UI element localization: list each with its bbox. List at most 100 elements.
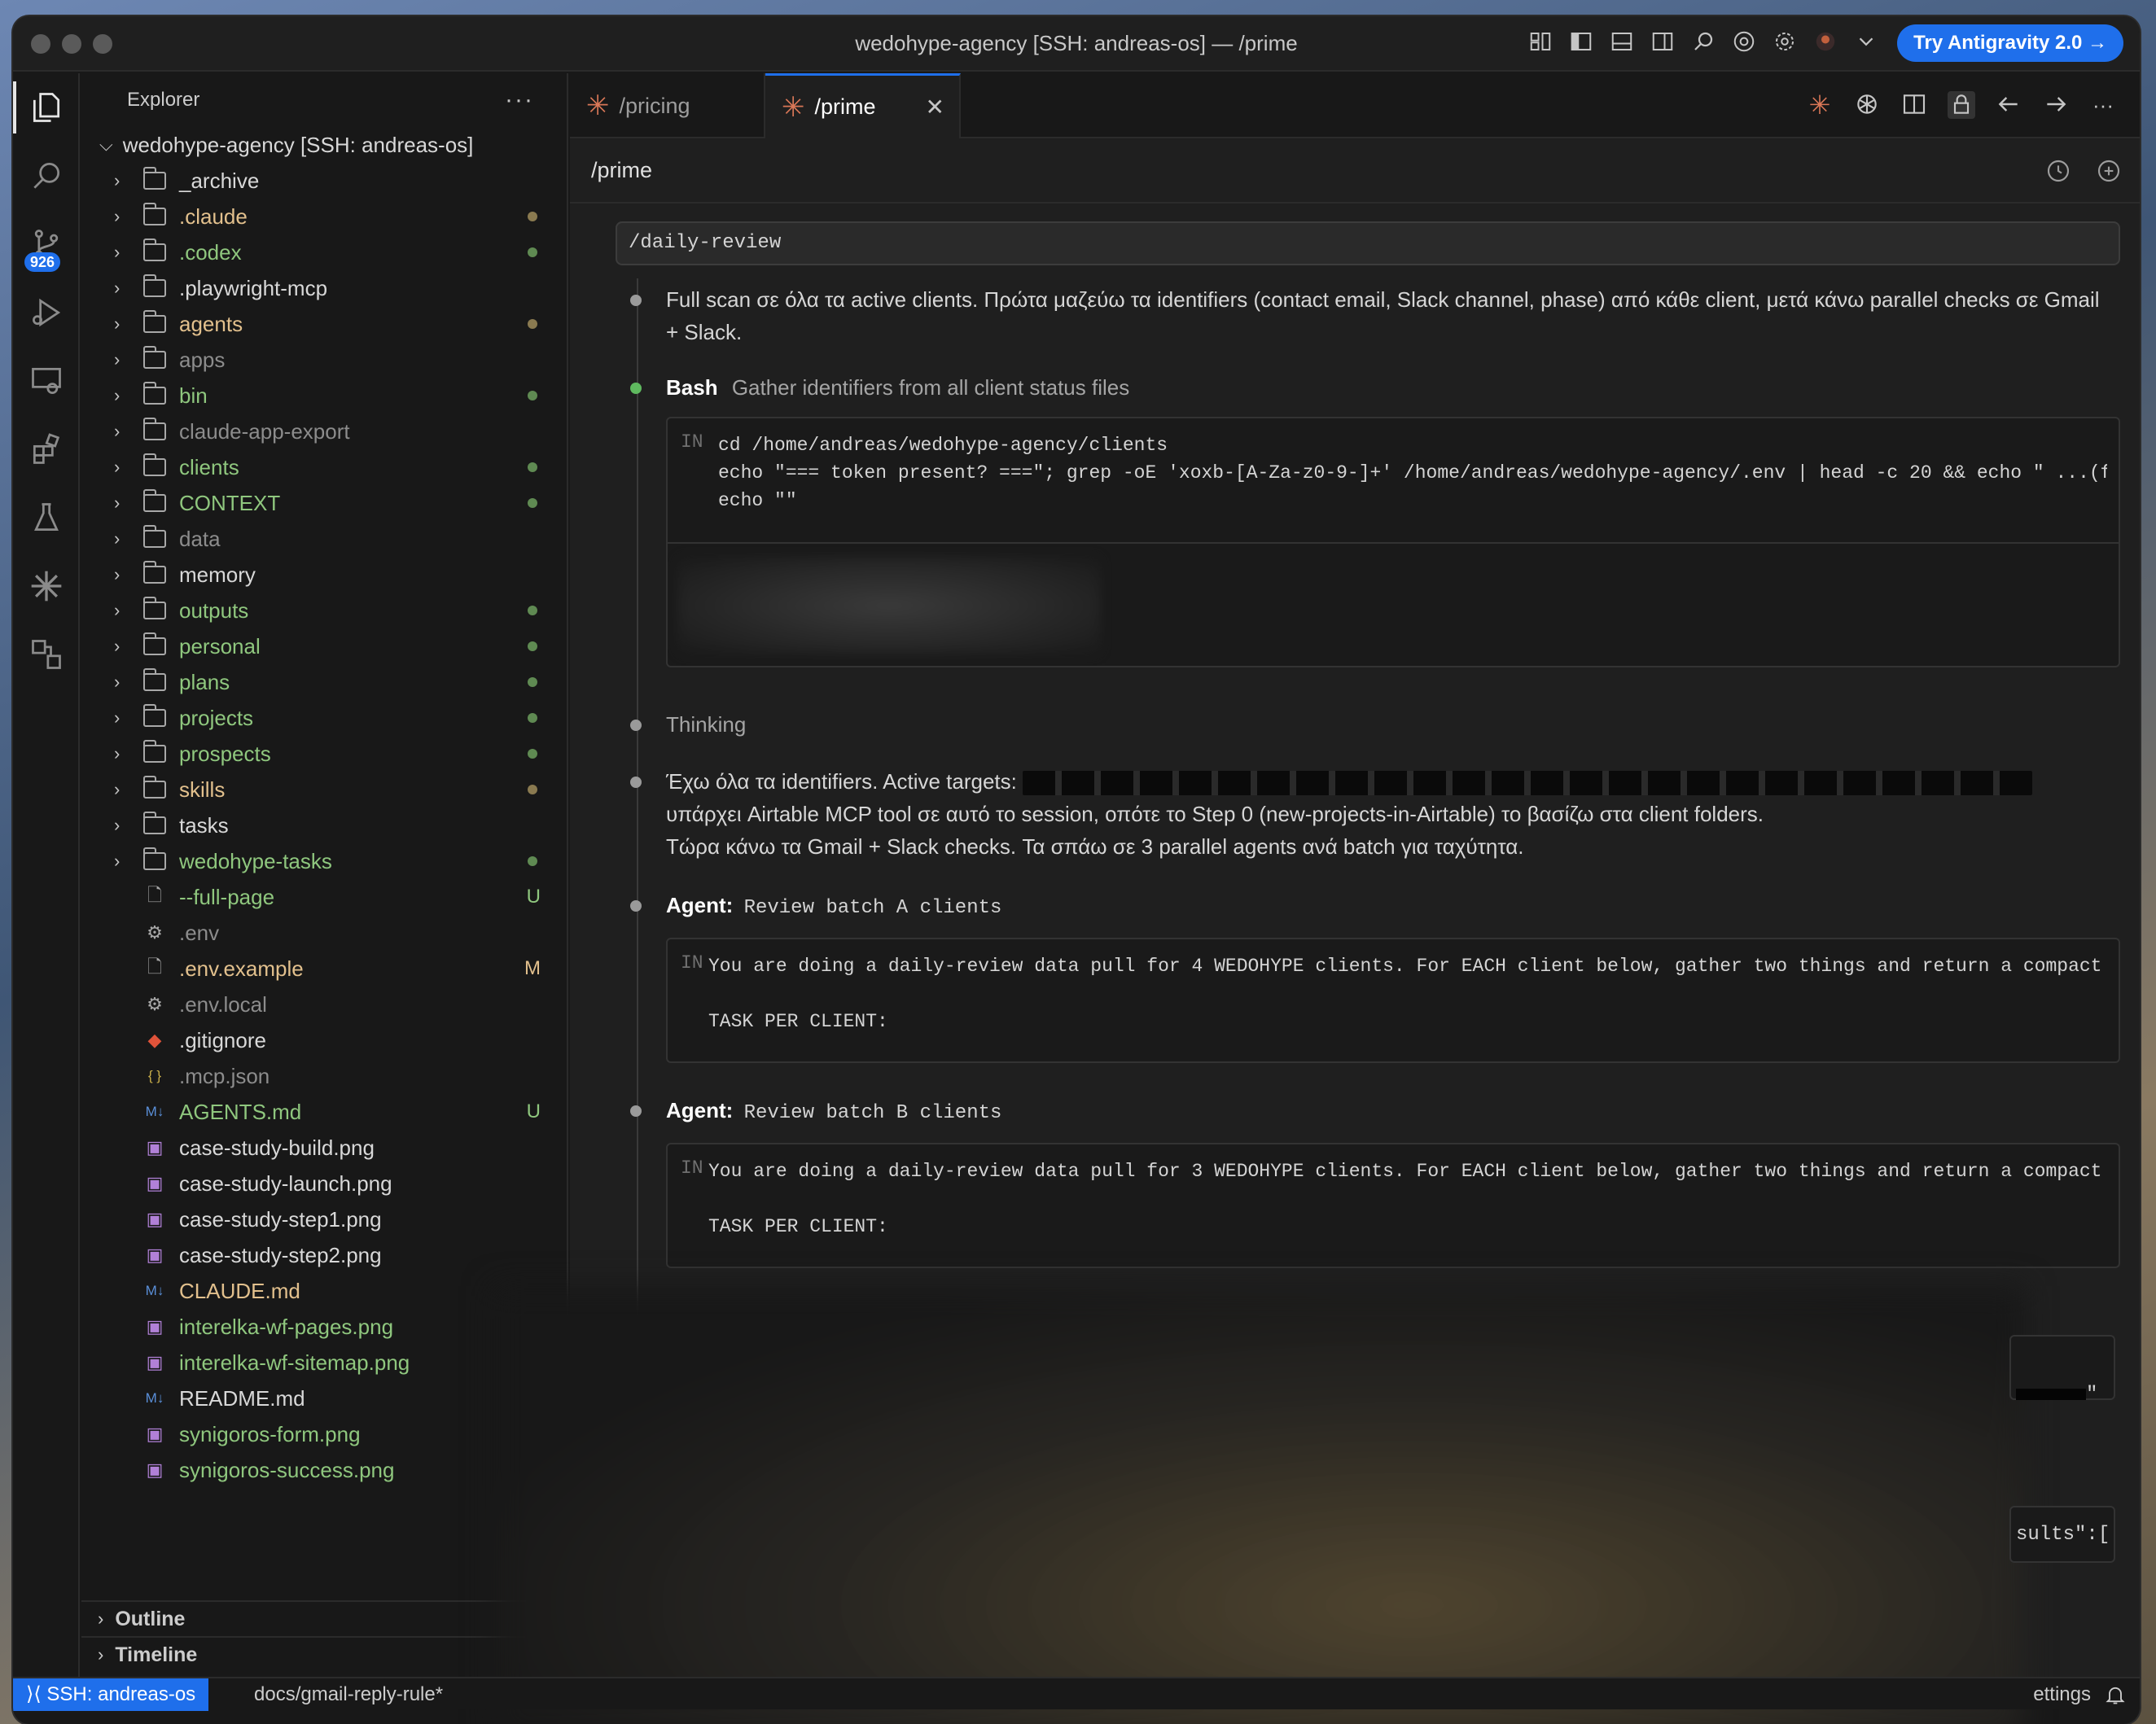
tree-item-label: synigoros-form.png [179, 1421, 361, 1446]
file-icon: 🗋 [147, 956, 162, 977]
file-item[interactable]: 🗋 --full-page U [81, 879, 567, 915]
thinking-indicator[interactable]: Thinking [616, 708, 2140, 741]
folder-item[interactable]: › .codex [81, 234, 567, 270]
file-item[interactable]: ▣ case-study-step1.png [81, 1201, 567, 1237]
folder-item[interactable]: › clients [81, 449, 567, 485]
explorer-icon[interactable] [13, 73, 80, 142]
folder-item[interactable]: › wedohype-tasks [81, 843, 567, 879]
git-status-dot [528, 606, 537, 615]
claude-spark-icon[interactable] [13, 552, 80, 620]
code-line: echo "=== token present? ==="; grep -oE … [718, 462, 2107, 484]
activity-bar: 926 [13, 73, 80, 1677]
chevron-down-icon[interactable] [1853, 29, 1879, 55]
folder-item[interactable]: › agents [81, 306, 567, 342]
file-item[interactable]: ⚙ .env [81, 915, 567, 951]
editor-tabs: ✳ /pricing ✳ /prime ✕ ✳ ··· [570, 73, 2140, 138]
run-debug-icon[interactable] [13, 278, 80, 347]
arrow-left-icon[interactable] [1995, 91, 2022, 119]
folder-item[interactable]: › memory [81, 557, 567, 593]
gear-icon[interactable] [1772, 29, 1798, 55]
toggle-sidebar-icon[interactable] [1568, 29, 1594, 55]
folder-item[interactable]: › tasks [81, 807, 567, 843]
diagram-icon[interactable] [13, 620, 80, 689]
chevron-right-icon: › [114, 851, 121, 871]
file-item[interactable]: M↓ AGENTS.md U [81, 1094, 567, 1130]
file-item[interactable]: ▣ case-study-launch.png [81, 1166, 567, 1201]
folder-item[interactable]: › prospects [81, 736, 567, 772]
tab-pricing[interactable]: ✳ /pricing [570, 73, 765, 138]
identifiers-message: Έχω όλα τα identifiers. Active targets: … [616, 765, 2140, 863]
toggle-panel-icon[interactable] [1609, 29, 1635, 55]
settings-status[interactable]: ettings [2033, 1678, 2091, 1711]
folder-item[interactable]: › personal [81, 628, 567, 664]
md-icon: M↓ [145, 1283, 164, 1298]
more-actions-icon[interactable]: ··· [505, 86, 534, 114]
git-branch[interactable]: docs/gmail-reply-rule* [254, 1678, 443, 1711]
account-avatar-icon[interactable] [1812, 29, 1838, 55]
tab-prime[interactable]: ✳ /prime ✕ [765, 73, 961, 138]
tree-item-label: .claude [179, 203, 248, 229]
in-label: IN [681, 1157, 703, 1179]
agent-b-box[interactable]: IN You are doing a daily-review data pul… [666, 1143, 2120, 1268]
remote-indicator[interactable]: ⟩⟨ SSH: andreas-os [13, 1678, 209, 1711]
file-item[interactable]: ◆ .gitignore [81, 1022, 567, 1058]
file-item[interactable]: ▣ case-study-build.png [81, 1130, 567, 1166]
folder-item[interactable]: › projects [81, 700, 567, 736]
try-antigravity-button[interactable]: Try Antigravity 2.0 → [1897, 24, 2123, 62]
folder-icon [143, 776, 166, 799]
folder-item[interactable]: › claude-app-export [81, 413, 567, 449]
file-item[interactable]: ⚙ .env.local [81, 987, 567, 1022]
code-line: echo "" [718, 490, 797, 511]
folder-item[interactable]: › plans [81, 664, 567, 700]
history-icon[interactable] [2045, 158, 2071, 190]
folder-icon [143, 489, 166, 512]
folder-item[interactable]: › data [81, 521, 567, 557]
chrome-icon[interactable] [1731, 29, 1757, 55]
more-actions-icon[interactable]: ··· [2089, 91, 2117, 119]
source-control-icon[interactable]: 926 [13, 210, 80, 278]
folder-item[interactable]: › apps [81, 342, 567, 378]
folder-icon [143, 597, 166, 619]
openai-icon[interactable] [1853, 91, 1881, 119]
arrow-right-icon[interactable] [2042, 91, 2070, 119]
split-editor-icon[interactable] [1900, 91, 1928, 119]
lock-icon[interactable] [1948, 91, 1975, 119]
folder-item[interactable]: › outputs [81, 593, 567, 628]
toggle-secondary-sidebar-icon[interactable] [1650, 29, 1676, 55]
search-icon[interactable] [13, 142, 80, 210]
folder-item[interactable]: › .playwright-mcp [81, 270, 567, 306]
folder-icon [143, 632, 166, 655]
file-item[interactable]: 🗋 .env.example M [81, 951, 567, 987]
folder-item[interactable]: › .claude [81, 199, 567, 234]
folder-item[interactable]: › CONTEXT [81, 485, 567, 521]
testing-flask-icon[interactable] [13, 484, 80, 552]
folder-item[interactable]: › bin [81, 378, 567, 413]
chevron-right-icon: › [114, 600, 121, 620]
explorer-header: Explorer ··· [81, 73, 567, 127]
chevron-right-icon: › [114, 349, 121, 370]
extensions-icon[interactable] [13, 415, 80, 484]
search-icon[interactable] [1690, 29, 1716, 55]
bash-input: IN cd /home/andreas/wedohype-agency/clie… [668, 418, 2119, 542]
remote-label: SSH: andreas-os [46, 1683, 196, 1705]
chevron-right-icon: › [114, 636, 121, 656]
file-item[interactable]: { } .mcp.json [81, 1058, 567, 1094]
layout-customize-icon[interactable] [1527, 29, 1553, 55]
chevron-right-icon: › [114, 779, 121, 799]
folder-item[interactable]: › skills [81, 772, 567, 807]
folder-icon [143, 453, 166, 476]
remote-explorer-icon[interactable] [13, 347, 80, 415]
intro-message: Full scan σε όλα τα active clients. Πρώτ… [616, 283, 2140, 348]
folder-icon [143, 346, 166, 369]
workspace-root[interactable]: ⌵ wedohype-agency [SSH: andreas-os] [81, 127, 567, 163]
bell-icon[interactable] [2104, 1683, 2127, 1712]
tool-name: Agent: [666, 893, 734, 917]
new-chat-icon[interactable] [2096, 158, 2122, 190]
bash-tool-box[interactable]: IN cd /home/andreas/wedohype-agency/clie… [666, 417, 2120, 667]
folder-item[interactable]: › _archive [81, 163, 567, 199]
agent-a-box[interactable]: IN You are doing a daily-review data pul… [666, 938, 2120, 1063]
close-icon[interactable]: ✕ [926, 94, 944, 120]
file-item[interactable]: ▣ case-study-step2.png [81, 1237, 567, 1273]
claude-spark-icon[interactable]: ✳ [1806, 91, 1834, 119]
